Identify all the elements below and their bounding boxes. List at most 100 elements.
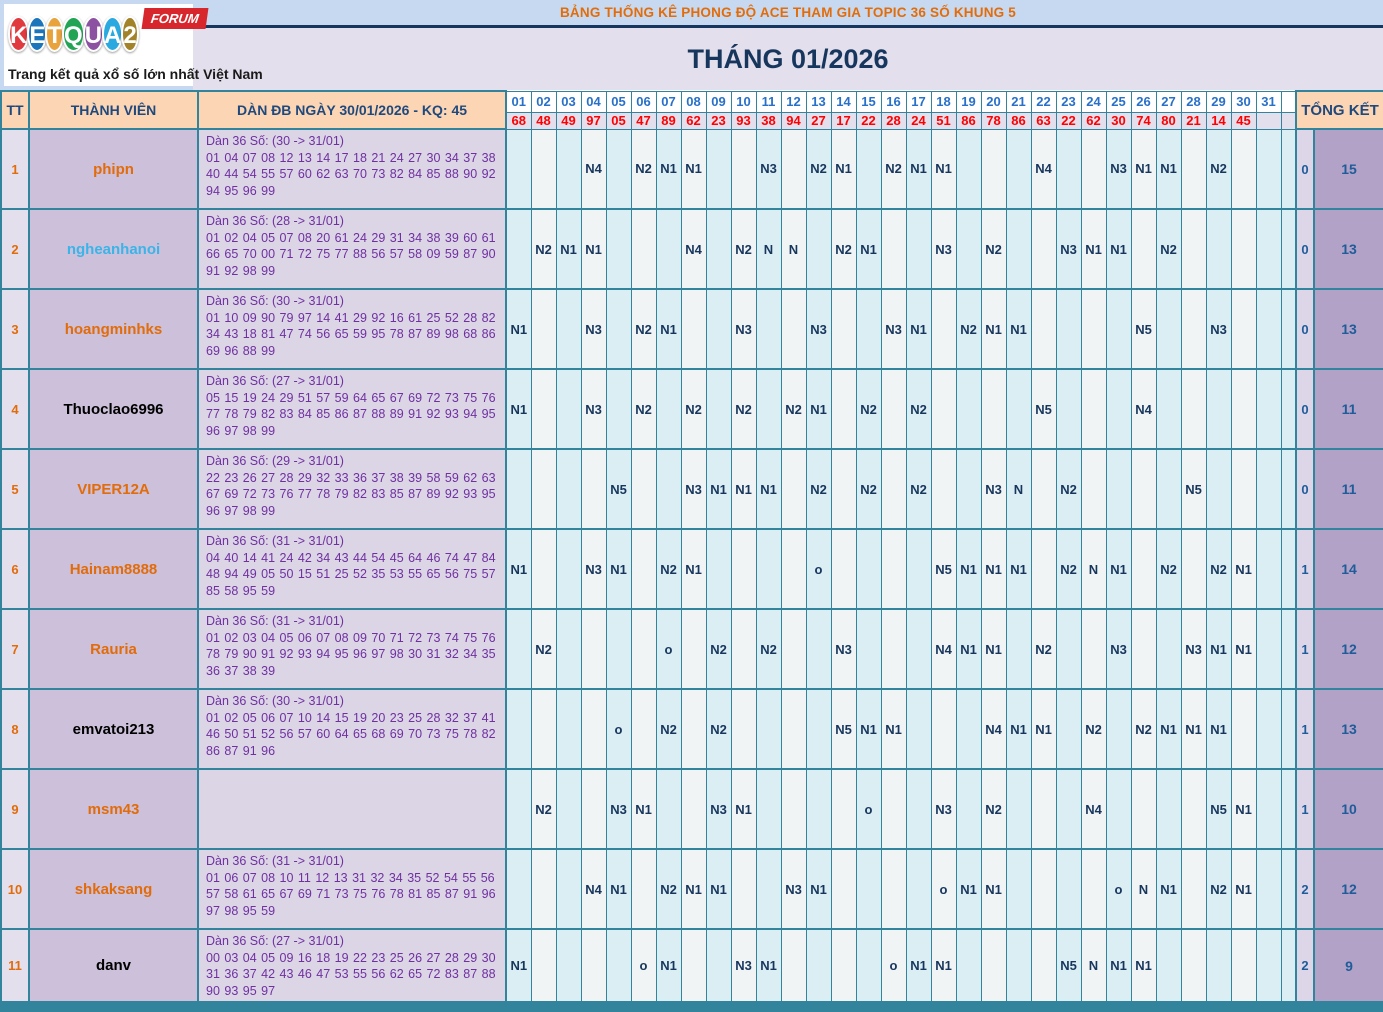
day-header: 21 xyxy=(1006,91,1031,112)
day-cell xyxy=(581,929,606,1002)
day-cell xyxy=(1231,929,1256,1002)
day-cell xyxy=(1056,849,1081,929)
kq-value: 62 xyxy=(1081,112,1106,129)
day-cell xyxy=(1181,209,1206,289)
day-cell: N2 xyxy=(731,209,756,289)
day-cell xyxy=(1006,849,1031,929)
day-cell xyxy=(881,769,906,849)
logo-letter: 2 xyxy=(121,16,138,52)
day-cell xyxy=(1156,609,1181,689)
total-o-cell: 1 xyxy=(1296,529,1314,609)
member-name[interactable]: VIPER12A xyxy=(77,481,150,498)
table-row: 4Thuoclao6996Dàn 36 Số: (27 -> 31/01)05 … xyxy=(1,369,1383,449)
day-cell: N1 xyxy=(756,449,781,529)
gap-cell xyxy=(1281,609,1296,689)
day-cell xyxy=(781,769,806,849)
dan-numbers: 01 06 07 08 10 11 12 13 31 32 34 35 52 5… xyxy=(206,870,501,920)
day-cell: N2 xyxy=(756,609,781,689)
day-cell: N2 xyxy=(856,449,881,529)
total-o-cell: 0 xyxy=(1296,209,1314,289)
day-cell: N1 xyxy=(506,929,531,1002)
day-cell: N1 xyxy=(556,209,581,289)
day-cell: N2 xyxy=(1156,209,1181,289)
kq-value: 62 xyxy=(681,112,706,129)
day-cell xyxy=(756,529,781,609)
day-cell: N1 xyxy=(506,289,531,369)
kq-value: 21 xyxy=(1181,112,1206,129)
day-cell xyxy=(1106,289,1131,369)
day-cell: N1 xyxy=(1231,609,1256,689)
day-cell: N2 xyxy=(1131,689,1156,769)
day-cell xyxy=(831,849,856,929)
day-cell: N2 xyxy=(981,769,1006,849)
day-cell xyxy=(906,609,931,689)
day-cell xyxy=(1206,929,1231,1002)
day-cell: N3 xyxy=(1181,609,1206,689)
kq-value: 22 xyxy=(856,112,881,129)
member-name[interactable]: Hainam8888 xyxy=(70,561,158,578)
dan-cell: Dàn 36 Số: (27 -> 31/01)05 15 19 24 29 5… xyxy=(198,369,506,449)
day-cell xyxy=(1231,209,1256,289)
gap-cell xyxy=(1281,449,1296,529)
kq-value: 47 xyxy=(631,112,656,129)
tt-cell: 2 xyxy=(1,209,29,289)
dan-title: Dàn 36 Số: (27 -> 31/01) xyxy=(206,933,501,950)
day-cell xyxy=(806,769,831,849)
kq-value: 80 xyxy=(1156,112,1181,129)
dan-cell: Dàn 36 Số: (31 -> 31/01)04 40 14 41 24 4… xyxy=(198,529,506,609)
day-cell: N1 xyxy=(831,129,856,209)
day-cell: N2 xyxy=(956,289,981,369)
day-cell xyxy=(781,289,806,369)
day-header: 19 xyxy=(956,91,981,112)
member-name[interactable]: Rauria xyxy=(90,641,137,658)
day-cell: N5 xyxy=(1131,289,1156,369)
day-cell: N3 xyxy=(831,609,856,689)
day-cell xyxy=(1081,289,1106,369)
dan-numbers: 01 02 03 04 05 06 07 08 09 70 71 72 73 7… xyxy=(206,630,501,680)
day-cell xyxy=(556,929,581,1002)
day-cell: N2 xyxy=(631,129,656,209)
kq-value: 97 xyxy=(581,112,606,129)
dan-numbers: 00 03 04 05 09 16 18 19 22 23 25 26 27 2… xyxy=(206,950,501,1000)
day-cell xyxy=(681,289,706,369)
day-cell xyxy=(506,689,531,769)
day-cell xyxy=(606,129,631,209)
member-name[interactable]: msm43 xyxy=(88,801,140,818)
dan-numbers: 04 40 14 41 24 42 34 43 44 54 45 64 46 7… xyxy=(206,550,501,600)
day-cell xyxy=(1256,529,1281,609)
day-header: 28 xyxy=(1181,91,1206,112)
day-cell: N3 xyxy=(606,769,631,849)
member-name[interactable]: Thuoclao6996 xyxy=(63,401,163,418)
day-cell xyxy=(531,449,556,529)
gap-cell xyxy=(1281,929,1296,1002)
day-cell: N4 xyxy=(981,689,1006,769)
day-cell xyxy=(1156,769,1181,849)
member-name[interactable]: ngheanhanoi xyxy=(67,241,160,258)
member-name[interactable]: shkaksang xyxy=(75,881,153,898)
day-cell xyxy=(1006,929,1031,1002)
member-name[interactable]: danv xyxy=(96,957,131,974)
day-cell xyxy=(756,849,781,929)
day-cell xyxy=(631,529,656,609)
tt-cell: 10 xyxy=(1,849,29,929)
day-cell: N3 xyxy=(1106,129,1131,209)
day-cell: N4 xyxy=(681,209,706,289)
day-cell: N3 xyxy=(731,929,756,1002)
day-cell xyxy=(631,449,656,529)
member-name[interactable]: hoangminhks xyxy=(65,321,163,338)
day-cell xyxy=(731,529,756,609)
tt-cell: 5 xyxy=(1,449,29,529)
day-cell: N2 xyxy=(531,209,556,289)
day-cell: N2 xyxy=(1081,689,1106,769)
day-cell: N1 xyxy=(581,209,606,289)
day-cell xyxy=(581,769,606,849)
day-cell xyxy=(756,289,781,369)
dan-cell: Dàn 36 Số: (31 -> 31/01)01 06 07 08 10 1… xyxy=(198,849,506,929)
member-name[interactable]: phipn xyxy=(93,161,134,178)
day-cell: N2 xyxy=(1056,449,1081,529)
member-name[interactable]: emvatoi213 xyxy=(73,721,155,738)
day-cell xyxy=(881,849,906,929)
day-cell: N1 xyxy=(731,449,756,529)
dan-cell xyxy=(198,769,506,849)
day-cell xyxy=(806,689,831,769)
